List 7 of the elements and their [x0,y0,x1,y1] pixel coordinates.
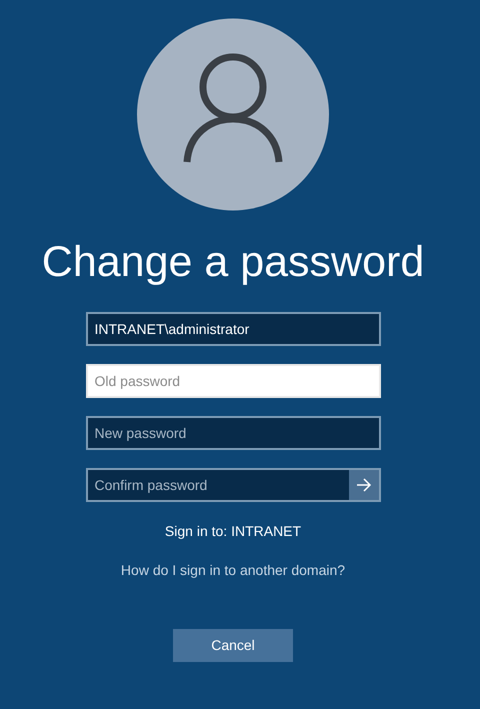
user-avatar-icon [137,17,329,212]
other-domain-link[interactable]: How do I sign in to another domain? [120,560,346,581]
input-field[interactable]: New password [86,416,380,450]
page-title: Change a password [42,237,424,288]
cancel-button[interactable]: Cancel [173,629,293,662]
sign-in-domain-text: Sign in to: INTRANET [164,522,302,541]
input-field[interactable]: INTRANET\administrator [86,312,380,346]
